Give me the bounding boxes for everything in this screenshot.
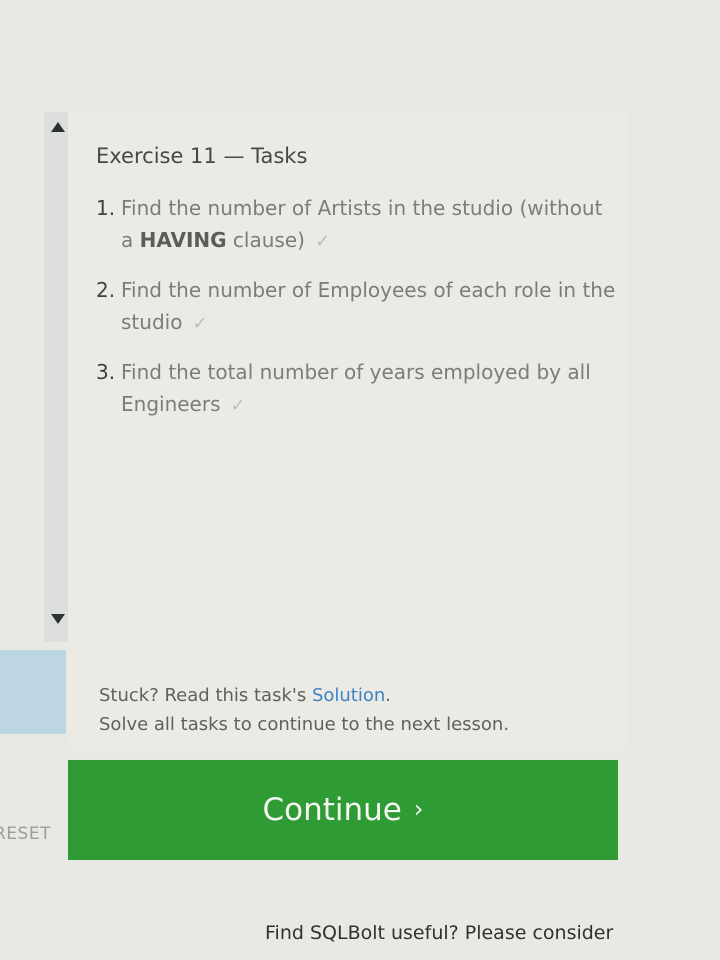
check-icon: ✓	[192, 313, 208, 334]
task-number: 3.	[96, 360, 116, 384]
task-text: Find the total number of years employed …	[121, 360, 591, 416]
task-list: 1. Find the number of Artists in the stu…	[96, 192, 616, 438]
tasks-heading: Exercise 11 — Tasks	[96, 144, 308, 168]
task-number: 1.	[96, 196, 116, 220]
editor-scrollbar[interactable]	[44, 112, 68, 642]
task-text-end: clause)	[226, 228, 305, 252]
reset-button[interactable]: RESET	[0, 824, 51, 844]
scroll-down-arrow-icon[interactable]	[51, 614, 65, 624]
task-keyword: HAVING	[139, 228, 227, 252]
task-item-1: 1. Find the number of Artists in the stu…	[96, 192, 616, 258]
footer-support-text: Find SQLBolt useful? Please consider	[265, 922, 614, 944]
task-item-3: 3. Find the total number of years employ…	[96, 356, 616, 422]
stuck-prefix: Stuck? Read this task's	[99, 685, 312, 706]
scroll-up-arrow-icon[interactable]	[51, 122, 65, 132]
solve-all-hint: Solve all tasks to continue to the next …	[99, 714, 510, 735]
check-icon: ✓	[314, 231, 331, 252]
stuck-suffix: .	[385, 685, 392, 706]
stuck-hint: Stuck? Read this task's Solution.	[99, 685, 391, 706]
query-results-panel-edge	[0, 650, 66, 734]
solution-link[interactable]: Solution	[312, 685, 385, 706]
chevron-right-icon: ›	[413, 795, 424, 823]
continue-button[interactable]: Continue ›	[68, 760, 618, 860]
task-item-2: 2. Find the number of Employees of each …	[96, 274, 616, 340]
task-number: 2.	[96, 278, 116, 302]
check-icon: ✓	[230, 395, 246, 416]
continue-label: Continue	[262, 792, 402, 828]
